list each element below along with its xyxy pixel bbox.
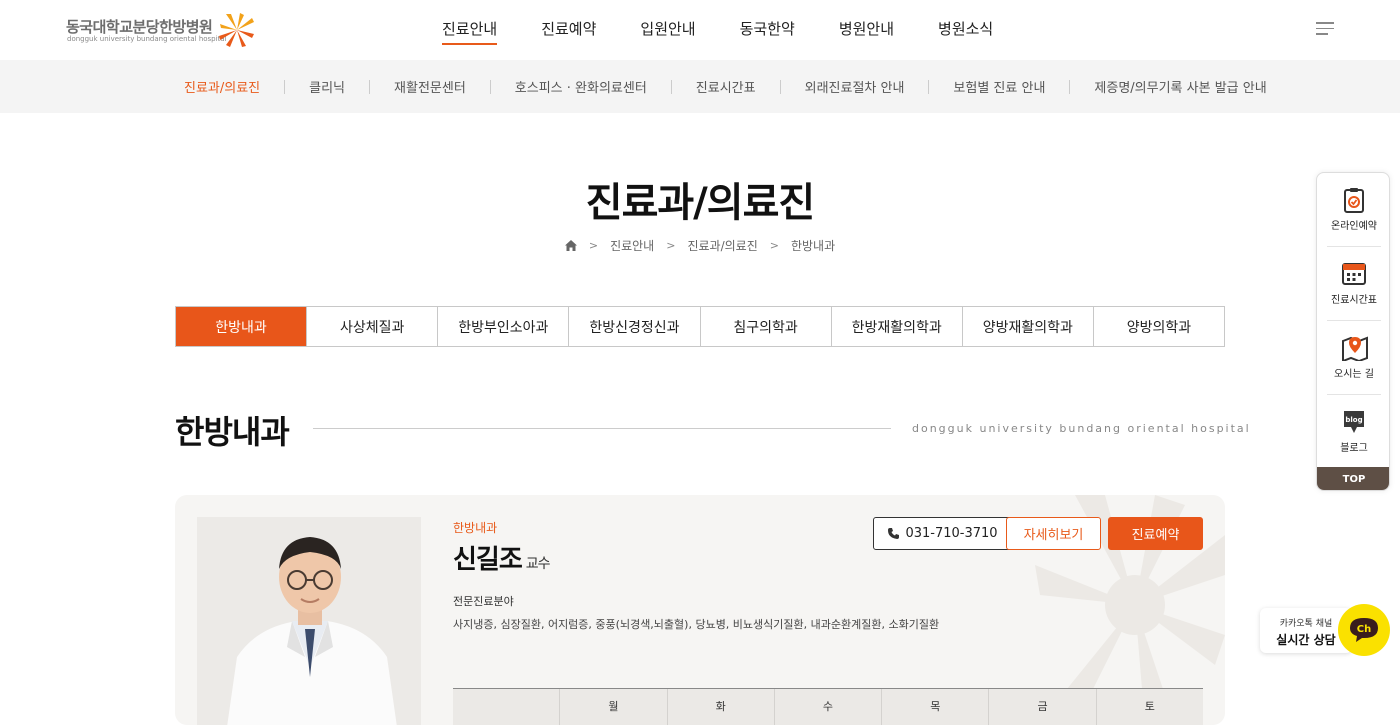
breadcrumb-item[interactable]: 진료안내 <box>610 237 654 254</box>
chevron-right-icon: > <box>769 239 779 252</box>
department-tabs: 한방내과 사상체질과 한방부인소아과 한방신경정신과 침구의학과 한방재활의학과… <box>175 306 1225 347</box>
doctor-name-text: 신길조 <box>453 545 523 575</box>
phone-icon <box>888 528 900 539</box>
main-nav: 진료안내 진료예약 입원안내 동국한약 병원안내 병원소식 <box>420 18 1015 45</box>
schedule-header-cell: 화 <box>668 689 775 725</box>
tab-western-medicine[interactable]: 양방의학과 <box>1093 307 1224 346</box>
specialty-label: 전문진료분야 <box>453 595 514 608</box>
schedule-header-cell: 수 <box>775 689 883 725</box>
scroll-top-button[interactable]: TOP <box>1317 467 1389 490</box>
page-title: 진료과/의료진 <box>585 180 815 226</box>
doctor-photo <box>197 517 421 725</box>
subnav-item-hospice[interactable]: 호스피스 · 완화의료센터 <box>491 77 671 96</box>
schedule-header-cell: 목 <box>882 689 990 725</box>
subnav-item-insurance[interactable]: 보험별 진료 안내 <box>929 77 1069 96</box>
subnav-item-outpatient-procedure[interactable]: 외래진료절차 안내 <box>781 77 929 96</box>
chevron-right-icon: > <box>588 239 599 252</box>
section-title: 한방내과 <box>175 413 290 451</box>
quick-label: 진료시간표 <box>1331 295 1377 306</box>
phone-number: 031-710-3710 <box>905 526 998 541</box>
view-details-button[interactable]: 자세히보기 <box>1006 517 1101 550</box>
tab-internal-medicine[interactable]: 한방내과 <box>176 307 308 346</box>
specialty-text: 사지냉증, 심장질환, 어지럼증, 중풍(뇌경색,뇌출혈), 당뇨병, 비뇨생식… <box>453 618 940 631</box>
reserve-button[interactable]: 진료예약 <box>1108 517 1203 550</box>
tab-acupuncture[interactable]: 침구의학과 <box>700 307 832 346</box>
subnav-item-certificates[interactable]: 제증명/의무기록 사본 발급 안내 <box>1070 77 1290 96</box>
blog-icon-text: blog <box>1345 416 1362 424</box>
quick-menu: 온라인예약 진료시간표 오시는 길 blog 블로그 TOP <box>1316 172 1390 491</box>
site-header: 동국대학교분당한방병원 dongguk university bundang o… <box>0 0 1400 60</box>
quick-label: 블로그 <box>1340 443 1368 454</box>
quick-label: 오시는 길 <box>1334 369 1374 380</box>
nav-item-treatment-info[interactable]: 진료안내 <box>442 18 498 45</box>
tab-western-rehab[interactable]: 양방재활의학과 <box>962 307 1094 346</box>
quick-timetable[interactable]: 진료시간표 <box>1317 247 1389 319</box>
doctor-name: 신길조 교수 <box>453 539 551 576</box>
kakao-channel-button[interactable]: Ch <box>1338 604 1390 656</box>
quick-blog[interactable]: blog 블로그 <box>1317 395 1389 467</box>
section-divider <box>313 428 891 429</box>
kakao-icon-text: Ch <box>1357 624 1371 635</box>
menu-hamburger-icon[interactable] <box>1316 22 1334 36</box>
breadcrumb-item[interactable]: 진료과/의료진 <box>687 237 757 254</box>
nav-item-reservation[interactable]: 진료예약 <box>541 18 596 45</box>
hospital-logo[interactable]: 동국대학교분당한방병원 dongguk university bundang o… <box>66 12 266 48</box>
nav-item-hospital-info[interactable]: 병원안내 <box>839 18 894 45</box>
nav-item-herbal-medicine[interactable]: 동국한약 <box>740 18 795 45</box>
schedule-table-header: 월 화 수 목 금 토 <box>453 688 1203 725</box>
breadcrumb-item-current: 한방내과 <box>790 239 836 253</box>
logo-subtext: dongguk university bundang oriental hosp… <box>67 35 227 43</box>
tab-oriental-rehab[interactable]: 한방재활의학과 <box>831 307 963 346</box>
nav-item-admission[interactable]: 입원안내 <box>640 18 695 45</box>
doctor-portrait-image <box>197 517 421 725</box>
map-pin-icon <box>1342 336 1368 361</box>
sub-nav-bar: 진료과/의료진 클리닉 재활전문센터 호스피스 · 완화의료센터 진료시간표 외… <box>0 60 1400 113</box>
blog-icon: blog <box>1344 411 1364 433</box>
tab-neuropsychiatry[interactable]: 한방신경정신과 <box>569 307 701 346</box>
kakao-chat-icon: Ch <box>1350 618 1378 642</box>
quick-online-reservation[interactable]: 온라인예약 <box>1317 173 1389 245</box>
tab-gynecology-pediatrics[interactable]: 한방부인소아과 <box>438 307 570 346</box>
clipboard-check-icon <box>1344 188 1364 213</box>
calendar-icon <box>1342 263 1366 285</box>
schedule-header-cell: 월 <box>560 689 668 725</box>
subnav-item-clinic[interactable]: 클리닉 <box>285 77 369 96</box>
schedule-header-cell: 금 <box>989 689 1097 725</box>
schedule-header-cell: 토 <box>1144 700 1155 713</box>
breadcrumb: > 진료안내 > 진료과/의료진 > 한방내과 <box>0 237 1400 254</box>
logo-text: 동국대학교분당한방병원 <box>66 18 213 36</box>
home-icon[interactable] <box>564 240 577 251</box>
tab-sasang-constitution[interactable]: 사상체질과 <box>307 307 439 346</box>
logo-flower-icon <box>219 13 254 47</box>
schedule-header-cell <box>453 689 561 725</box>
subnav-item-departments[interactable]: 진료과/의료진 <box>160 77 284 96</box>
phone-button[interactable]: 031-710-3710 <box>873 517 1013 550</box>
doctor-card: 한방내과 신길조 교수 전문진료분야 사지냉증, 심장질환, 어지럼증, 중풍(뇌… <box>175 495 1225 725</box>
quick-label: 온라인예약 <box>1331 221 1377 232</box>
subnav-item-rehab-center[interactable]: 재활전문센터 <box>370 77 490 96</box>
quick-directions[interactable]: 오시는 길 <box>1317 321 1389 393</box>
chevron-right-icon: > <box>666 239 676 252</box>
section-subtitle: dongguk university bundang oriental hosp… <box>912 422 1251 435</box>
nav-item-hospital-news[interactable]: 병원소식 <box>938 18 993 45</box>
doctor-department: 한방내과 <box>453 521 498 535</box>
subnav-item-timetable[interactable]: 진료시간표 <box>672 77 780 96</box>
doctor-title: 교수 <box>525 556 551 572</box>
